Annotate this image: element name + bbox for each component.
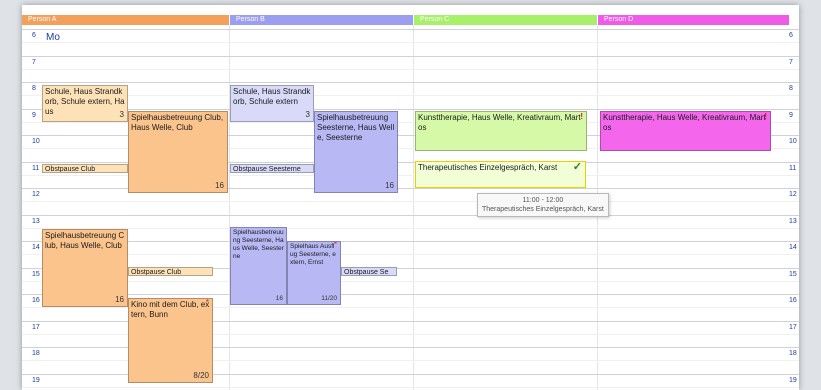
event-title: Spielhausbetreuung Club, Haus Welle, Clu…: [45, 231, 125, 250]
person-c-header[interactable]: Person C: [414, 15, 597, 25]
event-spielhaus-club-a[interactable]: Spielhausbetreuung Club, Haus Welle, Clu…: [128, 111, 228, 193]
hour-line: [22, 29, 799, 30]
hour-line: [22, 56, 799, 57]
hour-label-right: 8: [789, 85, 793, 92]
event-title: Spielhausbetreuung Club, Haus Welle, Clu…: [131, 113, 224, 132]
half-hour-line: [22, 95, 799, 96]
hour-label-left: 8: [32, 85, 36, 92]
star-icon: *: [205, 298, 209, 307]
hour-label-right: 17: [789, 324, 797, 331]
event-therapeutisch-c[interactable]: Therapeutisches Einzelgespräch, Karst ✓: [415, 161, 586, 188]
half-hour-line: [22, 228, 799, 229]
hour-label-right: 12: [789, 191, 797, 198]
event-count: 16: [115, 295, 124, 304]
event-count: 16: [275, 295, 283, 302]
event-spielhaus-seesterne-b[interactable]: Spielhausbetreuung Seesterne, Haus Welle…: [314, 111, 398, 193]
event-count: 8/20: [193, 371, 209, 380]
event-spielhaus-seesterne-b-2[interactable]: Spielhausbetreuung Seesterne, Haus Welle…: [230, 227, 287, 305]
star-icon: *: [333, 241, 337, 249]
person-a-header[interactable]: Person A: [22, 15, 229, 25]
hour-label-left: 18: [32, 350, 40, 357]
hour-label-right: 9: [789, 112, 793, 119]
hour-line: [22, 109, 799, 110]
event-obstpause-b[interactable]: Obstpause Seesterne: [230, 164, 314, 173]
event-title: Obstpause Club: [45, 166, 96, 173]
half-hour-line: [22, 69, 799, 70]
hour-label-left: 12: [32, 191, 40, 198]
event-kino-a[interactable]: Kino mit dem Club, extern, Bunn * 8/20: [128, 298, 213, 383]
hour-label-right: 6: [789, 32, 793, 39]
event-title: Obstpause Seesterne: [233, 166, 301, 173]
event-title: Schule, Haus Strandkorb, Schule extern: [233, 87, 311, 106]
event-obstpause-a-2[interactable]: Obstpause Club: [128, 267, 213, 276]
event-spielhaus-club-a-2[interactable]: Spielhausbetreuung Club, Haus Welle, Clu…: [42, 229, 128, 307]
event-title: Spielhaus Ausflug Seesterne, extern, Ern…: [290, 243, 336, 266]
tooltip-title: Therapeutisches Einzelgespräch, Karst: [482, 206, 604, 213]
half-hour-line: [22, 387, 799, 388]
event-title: Obstpause Se: [344, 269, 389, 276]
column-separator: [413, 25, 414, 390]
event-title: Kino mit dem Club, extern, Bunn: [131, 300, 210, 319]
event-schule-b[interactable]: Schule, Haus Strandkorb, Schule extern 3: [230, 85, 314, 122]
exclamation-icon: !: [764, 112, 767, 121]
event-title: Spielhausbetreuung Seesterne, Haus Welle…: [233, 229, 284, 260]
event-tooltip: 11:00 - 12:00 Therapeutisches Einzelgesp…: [477, 193, 609, 217]
half-hour-line: [22, 201, 799, 202]
hour-label-left: 19: [32, 377, 40, 384]
event-count: 16: [215, 181, 224, 190]
hour-label-left: 7: [32, 59, 36, 66]
column-separator: [229, 25, 230, 390]
hour-label-right: 14: [789, 244, 797, 251]
event-title: Schule, Haus Strandkorb, Schule extern, …: [45, 87, 125, 116]
hour-line: [22, 241, 799, 242]
event-schule-a[interactable]: Schule, Haus Strandkorb, Schule extern, …: [42, 85, 128, 122]
hour-label-left: 10: [32, 138, 40, 145]
hour-label-left: 6: [32, 32, 36, 39]
event-count: 3: [119, 110, 124, 119]
calendar-frame: Person A Person B Person C Person D 6 6 7 7…: [22, 5, 799, 390]
event-kunsttherapie-d[interactable]: Kunsttherapie, Haus Welle, Kreativraum, …: [600, 111, 771, 151]
event-title: Obstpause Club: [131, 269, 182, 276]
person-b-header[interactable]: Person B: [230, 15, 413, 25]
event-title: Spielhausbetreuung Seesterne, Haus Welle…: [317, 113, 395, 142]
event-count: 3: [305, 110, 310, 119]
hour-label-right: 19: [789, 377, 797, 384]
hour-label-left: 11: [32, 165, 40, 172]
event-count: 11/20: [321, 295, 337, 302]
half-hour-line: [22, 281, 799, 282]
event-title: Kunsttherapie, Haus Welle, Kreativraum, …: [418, 113, 581, 132]
event-obstpause-b-2[interactable]: Obstpause Se: [341, 267, 397, 276]
hour-label-right: 15: [789, 271, 797, 278]
person-d-header[interactable]: Person D: [598, 15, 789, 25]
event-ausflug-b[interactable]: Spielhaus Ausflug Seesterne, extern, Ern…: [287, 241, 341, 305]
event-kunsttherapie-c[interactable]: Kunsttherapie, Haus Welle, Kreativraum, …: [415, 111, 587, 151]
hour-label-right: 11: [789, 165, 797, 172]
hour-label-left: 16: [32, 297, 40, 304]
hour-label-right: 18: [789, 350, 797, 357]
hour-line: [22, 82, 799, 83]
hour-label-left: 15: [32, 271, 40, 278]
event-title: Kunsttherapie, Haus Welle, Kreativraum, …: [603, 113, 766, 132]
half-hour-line: [22, 42, 799, 43]
event-obstpause-a[interactable]: Obstpause Club: [42, 164, 128, 173]
hour-label-right: 16: [789, 297, 797, 304]
day-label: Mo: [46, 32, 60, 43]
tooltip-time: 11:00 - 12:00: [522, 197, 564, 204]
hour-label-left: 9: [32, 112, 36, 119]
hour-label-right: 13: [789, 218, 797, 225]
hour-label-right: 10: [789, 138, 797, 145]
hour-line: [22, 215, 799, 216]
exclamation-icon: !: [580, 112, 583, 121]
hour-label-left: 17: [32, 324, 40, 331]
hour-label-right: 7: [789, 59, 793, 66]
half-hour-line: [22, 254, 799, 255]
event-count: 16: [385, 181, 394, 190]
hour-line: [22, 294, 799, 295]
hour-label-left: 14: [32, 244, 40, 251]
hour-label-left: 13: [32, 218, 40, 225]
checkmark-icon: ✓: [572, 161, 582, 173]
event-title: Therapeutisches Einzelgespräch, Karst: [418, 163, 558, 172]
